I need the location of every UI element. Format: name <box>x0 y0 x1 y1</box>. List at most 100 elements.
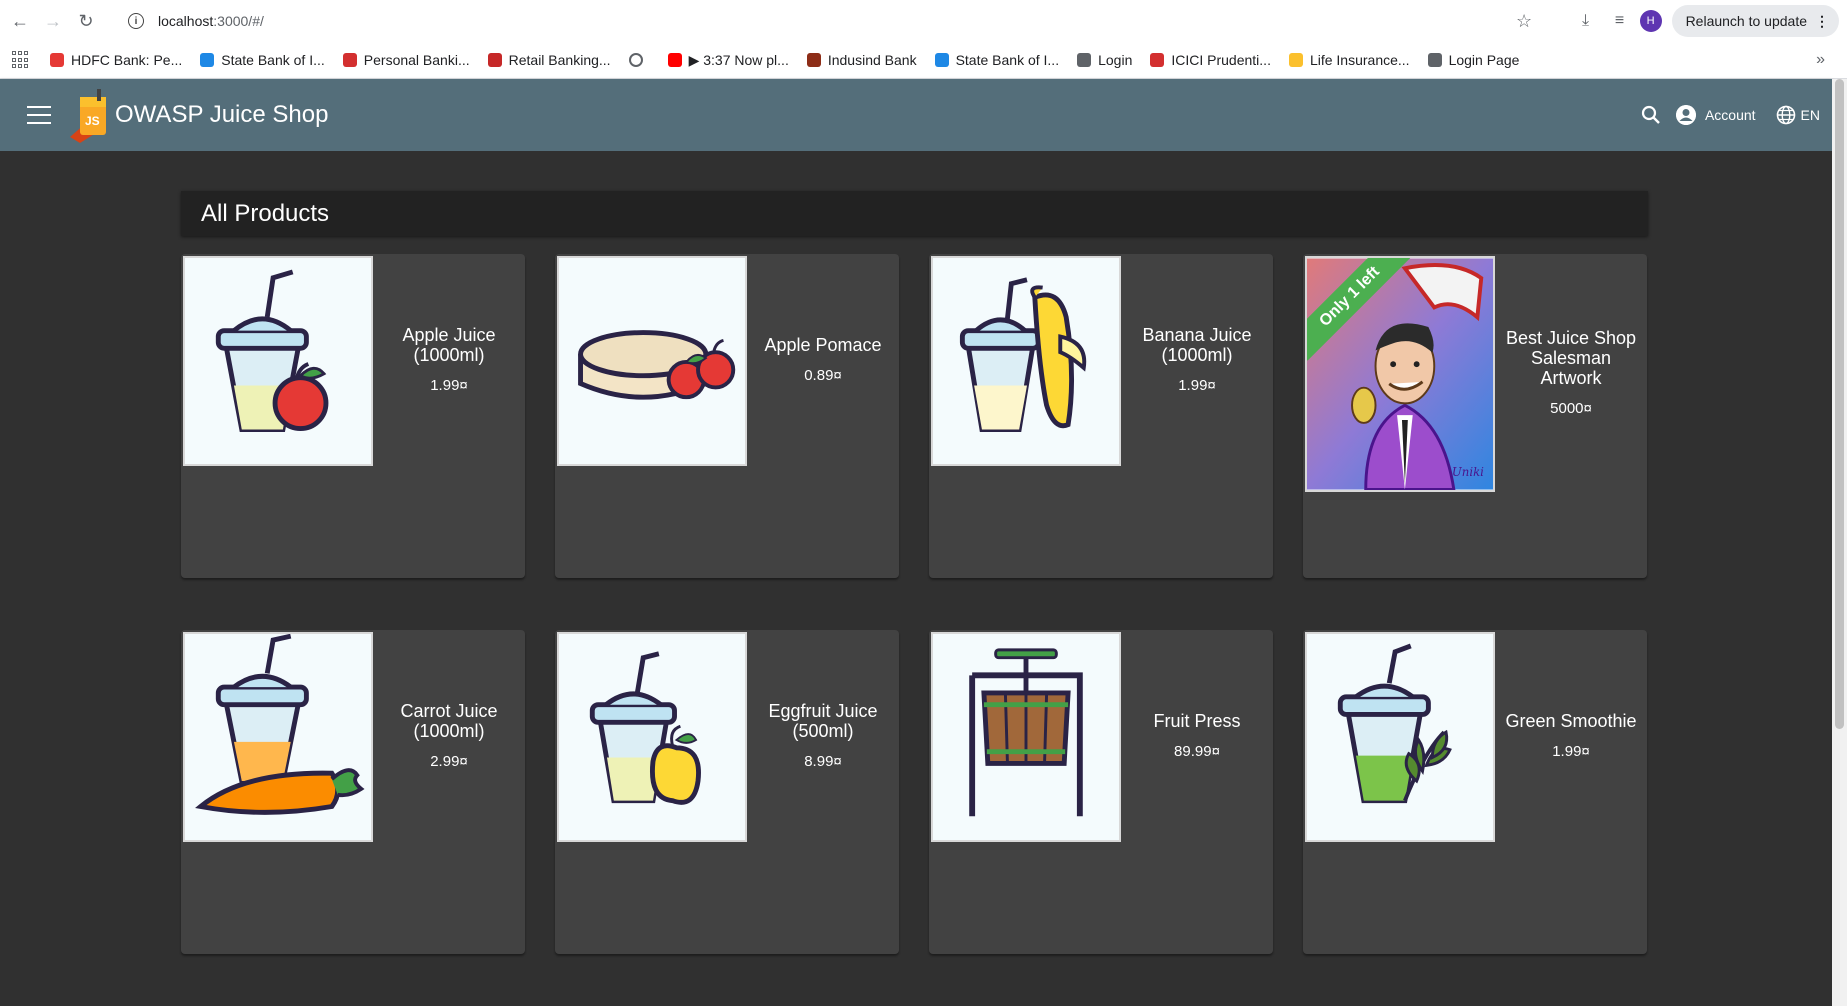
green-smoothie-icon <box>1337 643 1452 804</box>
bookmark-favicon-icon <box>1150 53 1165 67</box>
url-host: localhost <box>158 13 214 29</box>
bookmark-item[interactable]: HDFC Bank: Pe... <box>50 52 182 68</box>
bookmark-item[interactable]: Personal Banki... <box>342 52 470 68</box>
product-card[interactable]: Carrot Juice (1000ml) 2.99¤ <box>181 630 525 954</box>
bookmark-item[interactable]: Login Page <box>1427 52 1519 68</box>
relaunch-label: Relaunch to update <box>1685 13 1807 29</box>
forward-arrow-icon[interactable]: → <box>40 8 66 34</box>
apple-pomace-icon <box>578 330 736 400</box>
bookmark-item[interactable]: ▶ 3:37 Now pl... <box>667 52 789 69</box>
menu-icon[interactable] <box>27 106 51 124</box>
bookmark-item[interactable]: State Bank of I... <box>200 52 325 68</box>
product-name: Apple Juice (1000ml) <box>402 324 496 365</box>
relaunch-button[interactable]: Relaunch to update ⋮ <box>1671 5 1839 37</box>
page-scrollbar[interactable] <box>1832 79 1847 1006</box>
bookmark-item[interactable]: Retail Banking... <box>487 52 611 68</box>
bookmark-favicon-icon <box>50 53 64 67</box>
bookmark-favicon-icon <box>1288 53 1303 67</box>
product-image[interactable] <box>931 256 1121 466</box>
product-image[interactable] <box>557 632 747 842</box>
apps-grid-icon[interactable] <box>12 51 30 69</box>
bookmark-label: Personal Banki... <box>363 52 470 68</box>
product-price: 0.89¤ <box>804 366 842 384</box>
bookmark-item[interactable]: Life Insurance... <box>1288 52 1410 68</box>
product-price: 2.99¤ <box>430 752 468 770</box>
product-name: Carrot Juice (1000ml) <box>400 700 498 741</box>
bookmark-label: Life Insurance... <box>1309 52 1410 68</box>
product-price: 5000¤ <box>1550 399 1592 417</box>
account-button[interactable]: Account <box>1675 105 1756 125</box>
bookmark-item[interactable]: State Bank of I... <box>934 52 1060 68</box>
fruit-press-icon <box>969 648 1083 817</box>
media-queue-icon[interactable]: ≡ <box>1606 7 1634 35</box>
search-icon[interactable] <box>1640 104 1662 126</box>
product-image[interactable]: Uniki Only 1 left <box>1305 256 1495 492</box>
bookmark-label: State Bank of I... <box>221 52 325 68</box>
product-price: 1.99¤ <box>1552 742 1590 760</box>
product-card[interactable]: Apple Juice (1000ml) 1.99¤ <box>181 254 525 578</box>
product-price: 1.99¤ <box>1178 376 1216 394</box>
product-price: 89.99¤ <box>1174 742 1220 760</box>
url-path: :3000/#/ <box>213 13 264 29</box>
product-image[interactable] <box>557 256 747 466</box>
product-price: 1.99¤ <box>430 376 468 394</box>
main-content: All Products Apple Juice (1000ml) 1.99¤ <box>0 151 1832 1006</box>
site-info-icon[interactable]: i <box>128 13 144 29</box>
url-text: localhost:3000/#/ <box>158 13 264 29</box>
product-info: Green Smoothie 1.99¤ <box>1495 630 1647 840</box>
scrollbar-thumb[interactable] <box>1835 79 1844 729</box>
account-circle-icon <box>1675 105 1696 125</box>
account-label: Account <box>1704 107 1756 123</box>
product-image[interactable] <box>931 632 1121 842</box>
product-image[interactable] <box>1305 632 1495 842</box>
back-arrow-icon[interactable]: ← <box>7 8 33 34</box>
app-toolbar: JS OWASP Juice Shop Account EN <box>0 79 1832 151</box>
product-price: 8.99¤ <box>804 752 842 770</box>
bookmark-item[interactable]: Indusind Bank <box>806 52 917 68</box>
reload-icon[interactable]: ↻ <box>73 8 99 34</box>
address-bar[interactable]: i localhost:3000/#/ ☆ <box>116 5 1536 37</box>
product-card[interactable]: Uniki Only 1 left Best Juice Shop Salesm… <box>1303 254 1647 578</box>
product-name: Banana Juice (1000ml) <box>1142 324 1252 365</box>
bookmark-label: Indusind Bank <box>827 52 917 68</box>
product-name: Apple Pomace <box>764 334 882 355</box>
bookmark-favicon-icon <box>806 53 821 67</box>
product-name: Fruit Press <box>1153 710 1241 731</box>
product-info: Fruit Press 89.99¤ <box>1121 630 1273 840</box>
product-name: Green Smoothie <box>1505 710 1637 731</box>
svg-text:JS: JS <box>85 114 100 128</box>
product-card[interactable]: Green Smoothie 1.99¤ <box>1303 630 1647 954</box>
product-card[interactable]: Fruit Press 89.99¤ <box>929 630 1273 954</box>
bookmark-list: HDFC Bank: Pe... State Bank of I... Person… <box>50 52 1537 69</box>
bookmark-item[interactable]: ICICI Prudenti... <box>1150 52 1271 68</box>
bookmarks-bar: HDFC Bank: Pe... State Bank of I... Person… <box>0 42 1847 79</box>
bookmark-label: State Bank of I... <box>955 52 1060 68</box>
bookmark-item[interactable] <box>628 53 650 67</box>
product-info: Banana Juice (1000ml) 1.99¤ <box>1121 254 1273 464</box>
apple-juice-icon <box>215 269 329 432</box>
download-icon[interactable]: ⤓ <box>1572 7 1600 35</box>
globe-icon <box>1776 105 1795 125</box>
bookmark-label: ICICI Prudenti... <box>1171 52 1271 68</box>
products-heading-card: All Products <box>181 191 1648 236</box>
more-vert-icon: ⋮ <box>1815 12 1829 29</box>
product-card[interactable]: Eggfruit Juice (500ml) 8.99¤ <box>555 630 899 954</box>
product-card[interactable]: Banana Juice (1000ml) 1.99¤ <box>929 254 1273 578</box>
bookmark-label: Retail Banking... <box>508 52 611 68</box>
bookmark-favicon-icon <box>1077 53 1092 67</box>
product-info: Best Juice Shop Salesman Artwork 5000¤ <box>1495 254 1647 490</box>
bookmark-star-icon[interactable]: ☆ <box>1516 11 1536 32</box>
bookmark-label: Login <box>1098 52 1133 68</box>
product-image[interactable] <box>183 256 373 466</box>
product-info: Apple Pomace 0.89¤ <box>747 254 899 464</box>
banana-juice-icon <box>959 277 1087 432</box>
product-card[interactable]: Apple Pomace 0.89¤ <box>555 254 899 578</box>
profile-avatar[interactable]: H <box>1639 10 1662 32</box>
bookmark-item[interactable]: Login <box>1077 52 1132 68</box>
language-button[interactable]: EN <box>1776 105 1820 125</box>
app-title[interactable]: OWASP Juice Shop <box>115 101 328 129</box>
juice-shop-logo[interactable]: JS <box>66 87 116 143</box>
product-image[interactable] <box>183 632 373 842</box>
page-title: All Products <box>201 200 330 227</box>
bookmarks-overflow-icon[interactable]: » <box>1816 51 1825 69</box>
